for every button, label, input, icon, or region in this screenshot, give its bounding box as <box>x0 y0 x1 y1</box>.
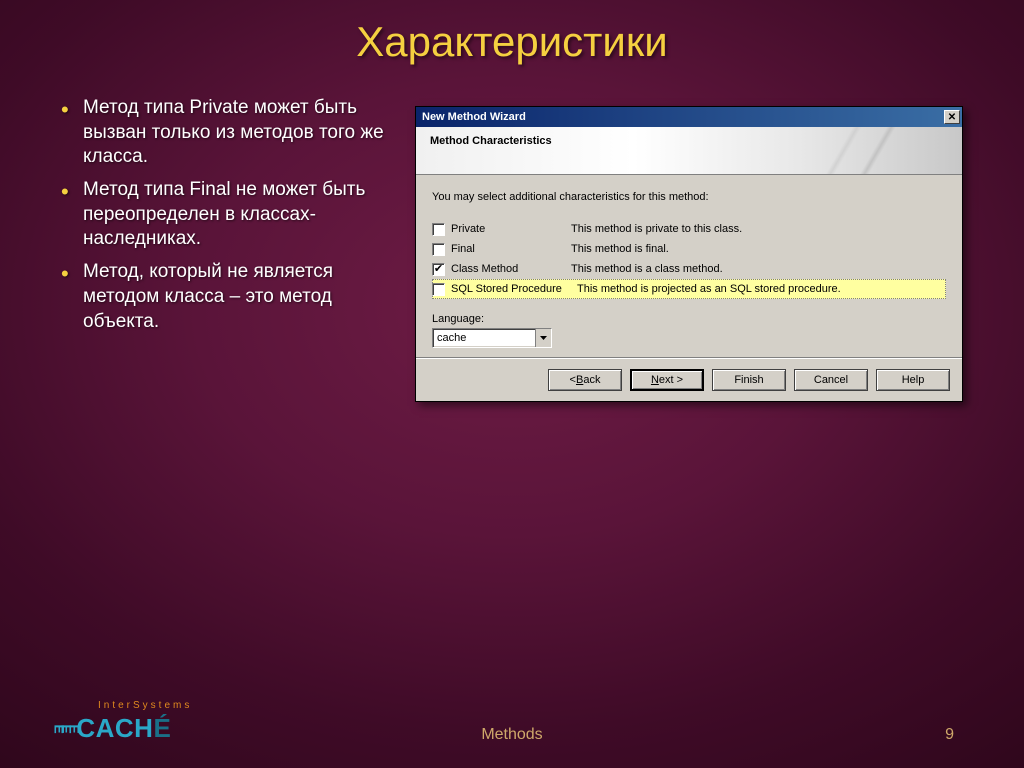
language-label: Language: <box>432 313 946 325</box>
option-sqlproc-row: SQL Stored Procedure This method is proj… <box>432 279 946 299</box>
option-desc: This method is final. <box>571 243 946 255</box>
help-button[interactable]: Help <box>876 369 950 391</box>
option-desc: This method is private to this class. <box>571 223 946 235</box>
dialog-titlebar[interactable]: New Method Wizard ✕ <box>416 107 962 127</box>
dropdown-button[interactable] <box>535 329 551 347</box>
bullet-item: Метод типа Private может быть вызван тол… <box>55 96 385 170</box>
option-desc: This method is projected as an SQL store… <box>577 283 946 295</box>
close-icon: ✕ <box>948 112 956 123</box>
cancel-button[interactable]: Cancel <box>794 369 868 391</box>
logo-text: CACHÉ <box>76 713 171 744</box>
bullet-item: Метод типа Final не может быть переопред… <box>55 178 385 252</box>
option-classmethod-row: ✔ Class Method This method is a class me… <box>432 259 946 279</box>
option-label: Final <box>451 243 571 255</box>
dialog-title: New Method Wizard <box>422 111 944 123</box>
chevron-down-icon <box>540 336 547 340</box>
banner-decoration <box>762 127 962 174</box>
dialog-button-row: < Back Next > Finish Cancel Help <box>416 358 962 401</box>
logo-company: InterSystems <box>98 700 192 711</box>
bullet-list: Метод типа Private может быть вызван тол… <box>55 96 385 402</box>
wizard-dialog: New Method Wizard ✕ Method Characteristi… <box>415 106 963 402</box>
language-combobox[interactable]: cache <box>432 328 552 348</box>
page-number: 9 <box>945 726 954 744</box>
checkbox-classmethod[interactable]: ✔ <box>432 263 445 276</box>
option-private-row: Private This method is private to this c… <box>432 219 946 239</box>
language-value: cache <box>433 332 535 344</box>
checkbox-private[interactable] <box>432 223 445 236</box>
option-label: Class Method <box>451 263 571 275</box>
back-button[interactable]: < Back <box>548 369 622 391</box>
slide-title: Характеристики <box>0 0 1024 66</box>
finish-button[interactable]: Finish <box>712 369 786 391</box>
checkbox-final[interactable] <box>432 243 445 256</box>
option-desc: This method is a class method. <box>571 263 946 275</box>
option-label: SQL Stored Procedure <box>451 283 577 295</box>
slide-footer: InterSystems EEE CACHÉ Methods 9 <box>0 700 1024 744</box>
close-button[interactable]: ✕ <box>944 110 960 124</box>
bullet-item: Метод, который не является методом класс… <box>55 260 385 334</box>
logo: InterSystems EEE CACHÉ <box>62 700 192 744</box>
option-final-row: Final This method is final. <box>432 239 946 259</box>
option-label: Private <box>451 223 571 235</box>
footer-center: Methods <box>481 726 542 744</box>
logo-icon: EEE <box>55 724 78 732</box>
dialog-banner: Method Characteristics <box>416 127 962 175</box>
checkbox-sqlproc[interactable] <box>432 283 445 296</box>
instruction-text: You may select additional characteristic… <box>432 191 946 203</box>
next-button[interactable]: Next > <box>630 369 704 391</box>
